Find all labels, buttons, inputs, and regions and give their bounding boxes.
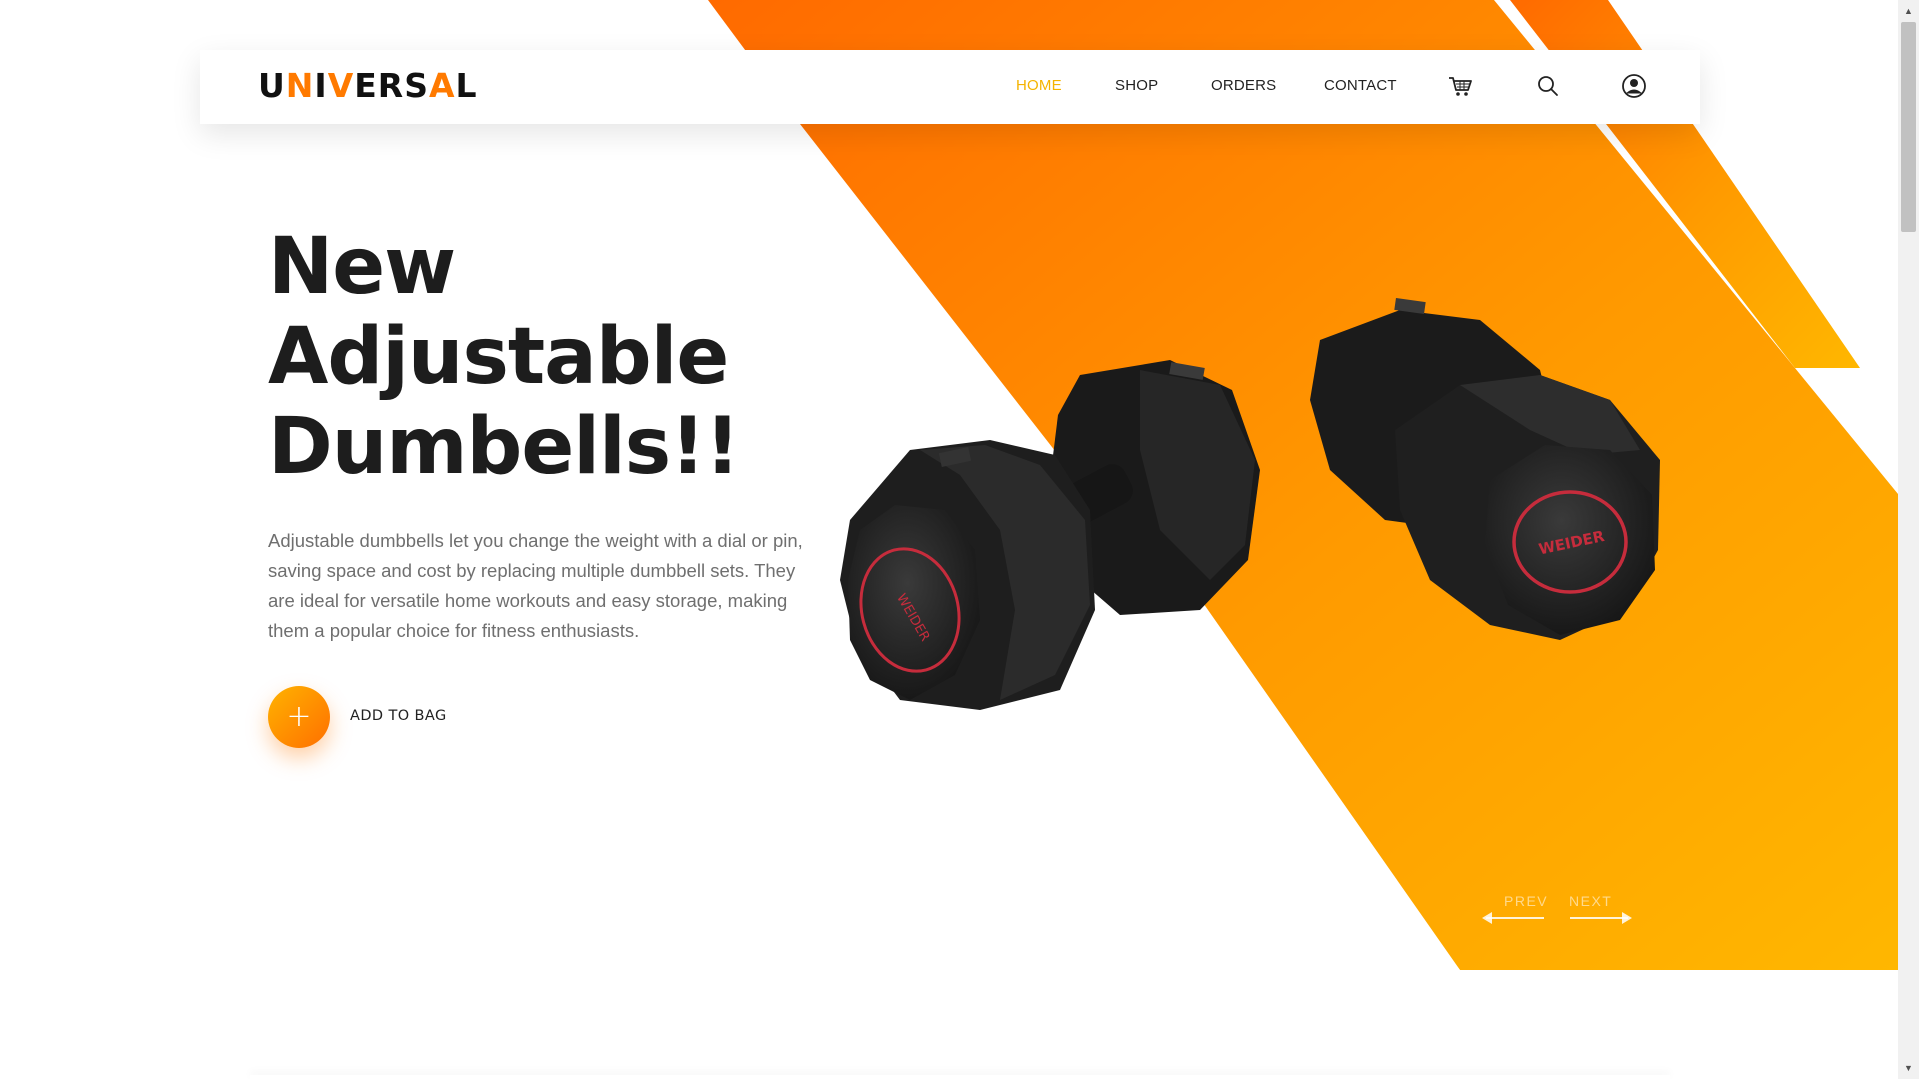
scroll-up-arrow-icon[interactable]: ▲ [1898,2,1919,20]
brand-logo[interactable]: UNIVERSAL [258,66,478,106]
arrow-right-icon[interactable] [1568,911,1632,925]
vertical-scrollbar[interactable]: ▲ ▼ [1898,0,1919,1079]
scrollbar-thumb[interactable] [1901,22,1916,232]
user-icon[interactable] [1620,72,1648,100]
search-icon[interactable] [1534,72,1562,100]
add-to-bag-label[interactable]: ADD TO BAG [350,708,447,724]
section-divider [250,1075,1670,1079]
next-label[interactable]: NEXT [1569,893,1612,909]
prev-label[interactable]: PREV [1504,893,1548,909]
nav-contact[interactable]: CONTACT [1324,77,1397,94]
nav-shop[interactable]: SHOP [1115,77,1158,94]
hero-title-line: Adjustable [268,312,729,402]
product-image-dumbbells: WEIDER WEIDER [840,297,1660,710]
hero-title-line: New [268,222,456,312]
nav-home[interactable]: HOME [1016,77,1062,94]
plus-icon: + [286,699,312,734]
nav-orders[interactable]: ORDERS [1211,77,1276,94]
add-to-bag-button[interactable]: + [268,686,330,748]
scroll-down-arrow-icon[interactable]: ▼ [1898,1059,1919,1077]
cart-icon[interactable] [1446,72,1474,100]
hero-description: Adjustable dumbbells let you change the … [268,530,803,641]
hero-title: New Adjustable Dumbells!! [268,222,868,492]
arrow-left-icon[interactable] [1482,911,1546,925]
hero-title-line: Dumbells!! [268,402,740,492]
top-navbar: UNIVERSAL HOME SHOP ORDERS CONTACT [200,50,1700,124]
